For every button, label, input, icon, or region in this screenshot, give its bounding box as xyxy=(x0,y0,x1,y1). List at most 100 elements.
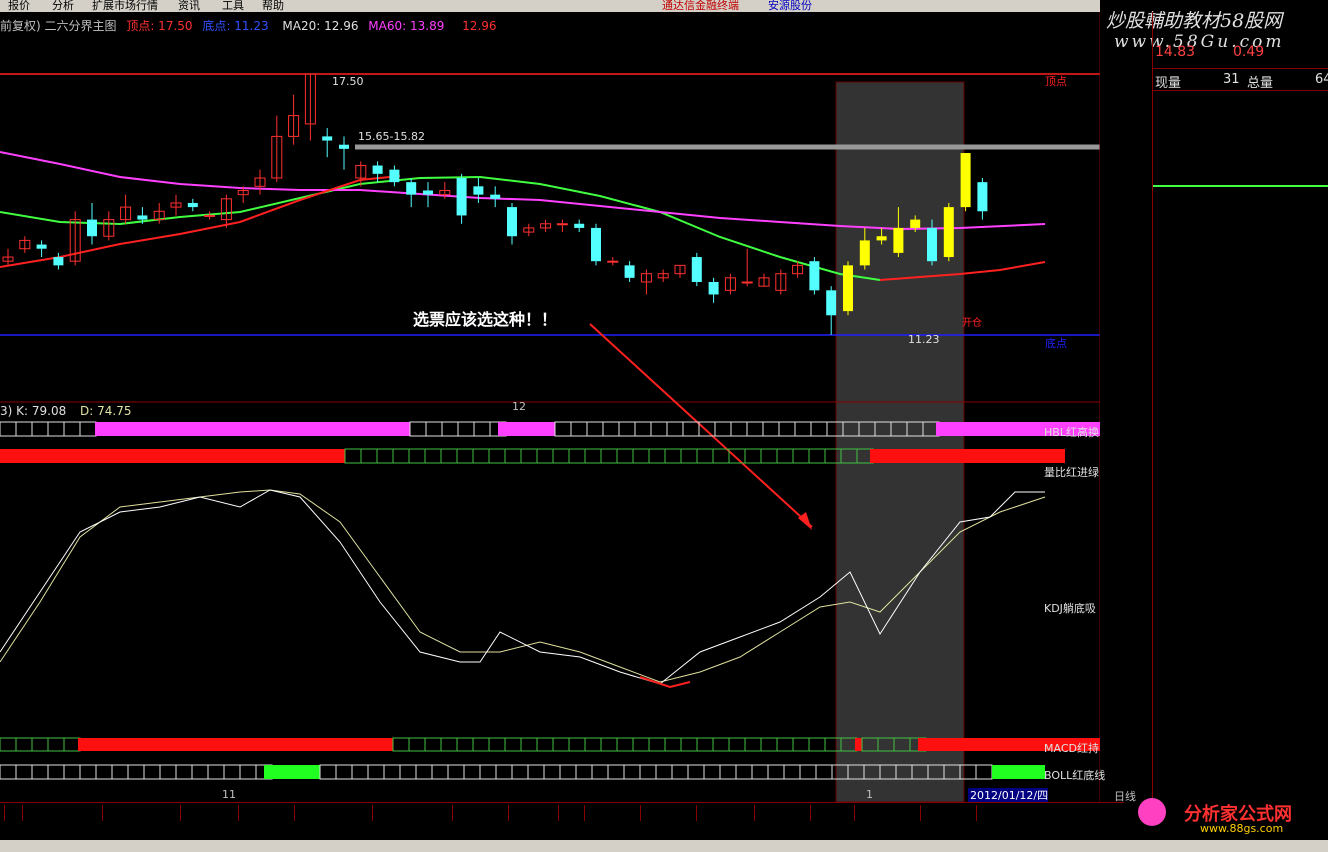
strip-label-hbl: HBL红高换 xyxy=(1044,426,1099,439)
tab-4[interactable] xyxy=(234,805,239,821)
strip-cell xyxy=(440,737,458,752)
tab-5[interactable] xyxy=(290,805,295,821)
tab-12[interactable] xyxy=(692,805,697,821)
strip-cell xyxy=(520,448,538,464)
menu-tools[interactable]: 工具 xyxy=(222,0,244,12)
tab-11[interactable] xyxy=(636,805,641,821)
tick-row[interactable] xyxy=(1153,758,1328,776)
strip-cell xyxy=(0,764,17,780)
kline-chart[interactable]: 选票应该选这种！！ 17.50 15.65-15.82 11.23 顶点 底点 … xyxy=(0,12,1100,802)
buy-level-row[interactable] xyxy=(1153,244,1328,262)
strip-cell xyxy=(392,448,410,464)
menu-extended-market[interactable]: 扩展市场行情 xyxy=(92,0,158,12)
tick-row[interactable] xyxy=(1153,668,1328,686)
tab-9[interactable] xyxy=(554,805,559,821)
candle-body xyxy=(204,214,216,217)
tick-row[interactable] xyxy=(1153,560,1328,578)
buy-level-row[interactable] xyxy=(1153,226,1328,244)
menu-analysis[interactable]: 分析 xyxy=(52,0,74,12)
tab-10[interactable] xyxy=(580,805,585,821)
tick-row[interactable] xyxy=(1153,650,1328,668)
stat-row xyxy=(1153,364,1328,382)
top-link-terminal[interactable]: 通达信金融终端 xyxy=(662,0,739,12)
tick-row[interactable] xyxy=(1153,524,1328,542)
strip-cell xyxy=(744,448,762,464)
tab-8[interactable] xyxy=(504,805,509,821)
tick-row[interactable] xyxy=(1153,722,1328,740)
top-link-stock[interactable]: 安源股份 xyxy=(768,0,812,12)
sell-level-row[interactable] xyxy=(1153,132,1328,150)
tab-16[interactable] xyxy=(916,805,921,821)
strip-fill xyxy=(264,765,320,779)
tick-row[interactable] xyxy=(1153,488,1328,506)
tick-row[interactable] xyxy=(1153,596,1328,614)
tab-13[interactable] xyxy=(750,805,755,821)
sell-level-row[interactable] xyxy=(1153,150,1328,168)
strip-cell xyxy=(664,737,682,752)
kdj-header: 3) K: 79.08 D: 74.75 xyxy=(0,404,132,418)
tick-row[interactable] xyxy=(1153,434,1328,452)
strip-cell xyxy=(568,448,586,464)
candle-body xyxy=(423,190,433,195)
strip-cell xyxy=(760,448,778,464)
strip-cell xyxy=(111,764,129,780)
strip-cell xyxy=(639,764,657,780)
candle xyxy=(288,94,300,145)
strip-segment xyxy=(409,421,507,437)
strip-fill xyxy=(870,449,1065,463)
tab-14[interactable] xyxy=(806,805,811,821)
strip-cell xyxy=(536,448,554,464)
strip-cell xyxy=(31,737,49,752)
tick-row[interactable] xyxy=(1153,470,1328,488)
tab-15[interactable] xyxy=(850,805,855,821)
strip-cell xyxy=(424,737,442,752)
tick-row[interactable] xyxy=(1153,416,1328,434)
tab-6[interactable] xyxy=(368,805,373,821)
strip-cell xyxy=(762,421,780,437)
menu-info[interactable]: 资讯 xyxy=(178,0,200,12)
strip-cell xyxy=(472,448,490,464)
indicator-ma20: MA20: 12.96 xyxy=(282,19,359,33)
sell-level-row[interactable] xyxy=(1153,168,1328,186)
tab-2[interactable] xyxy=(98,805,103,821)
menu-help[interactable]: 帮助 xyxy=(262,0,284,12)
tick-row[interactable] xyxy=(1153,686,1328,704)
tab-7[interactable] xyxy=(448,805,453,821)
tab-0[interactable] xyxy=(0,805,5,821)
strip-segment xyxy=(855,738,862,751)
kdj-d-value: D: 74.75 xyxy=(80,404,132,418)
tab-3[interactable] xyxy=(176,805,181,821)
tick-row[interactable] xyxy=(1153,740,1328,758)
stat-row xyxy=(1153,339,1328,357)
sell-level-row[interactable] xyxy=(1153,96,1328,114)
tick-row[interactable] xyxy=(1153,614,1328,632)
candle xyxy=(960,153,971,212)
tick-row[interactable] xyxy=(1153,506,1328,524)
strip-cell xyxy=(367,764,385,780)
tick-row[interactable] xyxy=(1153,542,1328,560)
tab-17[interactable] xyxy=(972,805,977,821)
strip-cell xyxy=(127,764,145,780)
tab-1[interactable] xyxy=(18,805,23,821)
candle xyxy=(741,248,753,287)
tick-row[interactable] xyxy=(1153,452,1328,470)
tick-row[interactable] xyxy=(1153,632,1328,650)
sell-level-row[interactable] xyxy=(1153,114,1328,132)
strip-cell xyxy=(504,448,522,464)
buy-level-row[interactable] xyxy=(1153,208,1328,226)
menu-quote[interactable]: 报价 xyxy=(8,0,30,12)
tick-row[interactable] xyxy=(1153,578,1328,596)
strip-cell xyxy=(616,448,634,464)
x-label-dec: 12 xyxy=(512,400,526,413)
candle xyxy=(170,194,182,216)
candle-body xyxy=(490,194,501,199)
buy-level-row[interactable] xyxy=(1153,190,1328,208)
candle xyxy=(120,194,132,224)
strip-cell xyxy=(570,421,588,437)
candle xyxy=(708,277,719,303)
strip-cell xyxy=(456,737,474,752)
x-label-nov: 11 xyxy=(222,788,236,801)
candle xyxy=(456,173,467,224)
buy-level-row[interactable] xyxy=(1153,262,1328,280)
tick-row[interactable] xyxy=(1153,704,1328,722)
